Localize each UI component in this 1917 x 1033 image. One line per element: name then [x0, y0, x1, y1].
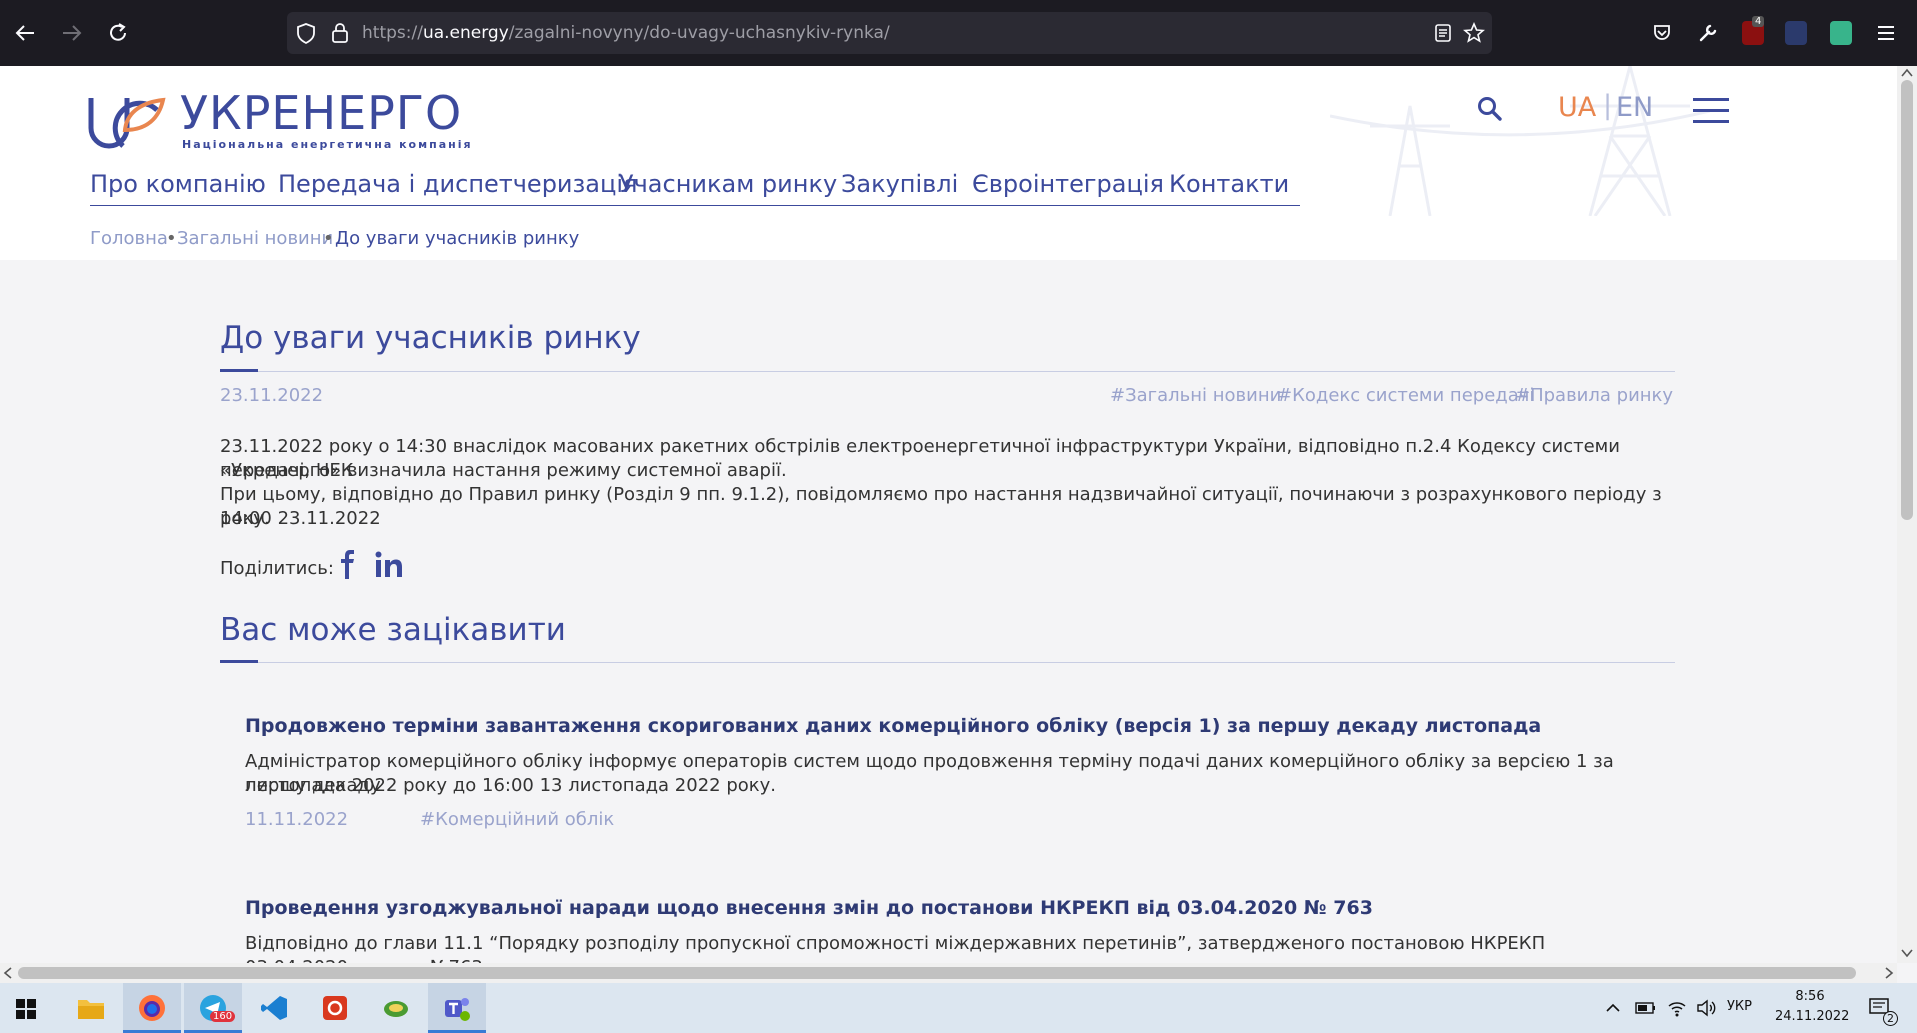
- file-explorer-app[interactable]: [62, 983, 120, 1033]
- article-paragraph-line: «Укренерго» визначила настання режиму си…: [220, 460, 787, 481]
- clock-time: 8:56: [1795, 989, 1825, 1004]
- horizontal-scroll-thumb[interactable]: [18, 967, 1856, 979]
- breadcrumb-current: До уваги учасників ринку: [335, 228, 580, 249]
- tag-general-news[interactable]: #Загальні новини: [1110, 385, 1281, 406]
- lang-ua[interactable]: UA: [1558, 92, 1596, 123]
- shield-icon[interactable]: [296, 22, 316, 44]
- logo-name[interactable]: УКРЕНЕРГО: [180, 86, 462, 140]
- password-extension-icon[interactable]: [1785, 21, 1807, 45]
- green-app[interactable]: [367, 983, 425, 1033]
- site-header: УКРЕНЕРГО Національна енергетична компан…: [0, 66, 1897, 216]
- title-divider: [220, 371, 1675, 372]
- tray-chevron-up-icon[interactable]: [1605, 1003, 1621, 1013]
- article-date: 23.11.2022: [220, 385, 324, 406]
- scroll-right-icon[interactable]: [1884, 967, 1894, 979]
- breadcrumb-section[interactable]: Загальні новини: [177, 228, 333, 249]
- back-icon[interactable]: [14, 22, 36, 44]
- tag-transmission-code[interactable]: #Кодекс системи передачі: [1277, 385, 1534, 406]
- lock-icon[interactable]: [331, 22, 349, 44]
- pocket-icon[interactable]: [1652, 23, 1672, 43]
- main-content: До уваги учасників ринку 23.11.2022 #Заг…: [0, 260, 1897, 963]
- bookmark-star-icon[interactable]: [1463, 22, 1485, 44]
- related-article-text: Відповідно до глави 11.1 “Порядку розпод…: [245, 933, 1546, 963]
- search-icon[interactable]: [1477, 96, 1503, 122]
- scroll-up-icon[interactable]: [1901, 68, 1913, 78]
- vscode-icon: [261, 996, 287, 1020]
- menu-icon[interactable]: [1876, 24, 1896, 42]
- related-article-tag[interactable]: #Комерційний облік: [420, 809, 614, 830]
- related-article-date: 11.11.2022: [245, 809, 349, 830]
- teams-icon: [445, 998, 470, 1021]
- lang-separator: |: [1603, 90, 1613, 121]
- clock-date: 24.11.2022: [1775, 1009, 1850, 1024]
- related-article-title[interactable]: Проведення узгоджувальної наради щодо вн…: [245, 897, 1373, 919]
- tag-market-rules[interactable]: #Правила ринку: [1515, 385, 1673, 406]
- nav-procurement[interactable]: Закупівлі: [841, 170, 958, 198]
- notification-count: 2: [1883, 1011, 1898, 1026]
- reload-icon[interactable]: [106, 21, 130, 45]
- share-label: Поділитись:: [220, 558, 334, 579]
- linkedin-icon[interactable]: [375, 551, 403, 579]
- article-paragraph-line: року.: [220, 508, 270, 529]
- forward-icon[interactable]: [61, 22, 83, 44]
- related-divider: [220, 662, 1675, 663]
- vertical-scroll-thumb[interactable]: [1901, 80, 1913, 520]
- telegram-app[interactable]: 160: [184, 983, 242, 1033]
- green-extension-icon[interactable]: [1830, 21, 1852, 45]
- nav-eurointegration[interactable]: Євроінтеграція: [972, 170, 1164, 198]
- scroll-down-icon[interactable]: [1901, 948, 1913, 958]
- related-accent: [220, 660, 258, 663]
- title-accent: [220, 369, 258, 372]
- windows-taskbar: 160 УКР 8:56 24.11.2022 2: [0, 983, 1917, 1033]
- nav-about[interactable]: Про компанію: [90, 170, 266, 198]
- wifi-icon[interactable]: [1667, 998, 1687, 1018]
- url-bar[interactable]: https://ua.energy/zagalni-novyny/do-uvag…: [287, 12, 1492, 54]
- extension-badge: 4: [1752, 16, 1765, 27]
- red-app-icon: [323, 996, 347, 1020]
- page-title: До уваги учасників ринку: [220, 320, 641, 356]
- logo-tagline: Національна енергетична компанія: [182, 138, 473, 151]
- ukrenergo-logo-icon: [88, 97, 166, 149]
- red-app[interactable]: [306, 983, 364, 1033]
- breadcrumb-separator: •: [323, 228, 334, 249]
- teams-app[interactable]: [428, 983, 486, 1033]
- keyboard-language[interactable]: УКР: [1727, 999, 1752, 1014]
- tools-wrench-icon[interactable]: [1697, 22, 1719, 44]
- main-nav: Про компанію Передача і диспетчеризація …: [90, 170, 1300, 206]
- related-section-title: Вас може зацікавити: [220, 612, 566, 648]
- scroll-left-icon[interactable]: [3, 967, 13, 979]
- web-page: УКРЕНЕРГО Національна енергетична компан…: [0, 66, 1897, 963]
- folder-icon: [78, 1000, 104, 1019]
- breadcrumb-home[interactable]: Головна: [90, 228, 168, 249]
- hamburger-menu-icon[interactable]: [1693, 98, 1729, 124]
- firefox-app[interactable]: [123, 983, 181, 1033]
- vscode-app[interactable]: [245, 983, 303, 1033]
- windows-start-icon[interactable]: [16, 999, 36, 1019]
- breadcrumb-separator: •: [166, 228, 177, 249]
- related-article-title[interactable]: Продовжено терміни завантаження скоригов…: [245, 715, 1541, 737]
- taskbar-clock[interactable]: 8:56 24.11.2022: [1775, 983, 1850, 1027]
- telegram-badge: 160: [210, 1011, 236, 1022]
- url-text[interactable]: https://ua.energy/zagalni-novyny/do-uvag…: [362, 12, 890, 54]
- volume-icon[interactable]: [1696, 998, 1718, 1018]
- nav-market-participants[interactable]: Учасникам ринку: [619, 170, 837, 198]
- battery-icon[interactable]: [1635, 1000, 1657, 1016]
- firefox-icon: [139, 995, 165, 1021]
- related-article-text: листопада 2022 року до 16:00 13 листопад…: [245, 775, 777, 796]
- nav-contacts[interactable]: Контакти: [1169, 170, 1289, 198]
- reader-view-icon[interactable]: [1434, 24, 1452, 42]
- turtle-icon: [384, 1001, 408, 1017]
- nav-transmission[interactable]: Передача і диспетчеризація: [278, 170, 637, 198]
- lang-en[interactable]: EN: [1616, 92, 1653, 123]
- facebook-icon[interactable]: [339, 550, 357, 580]
- power-tower-decoration: [1330, 66, 1710, 216]
- browser-toolbar: https://ua.energy/zagalni-novyny/do-uvag…: [0, 0, 1917, 66]
